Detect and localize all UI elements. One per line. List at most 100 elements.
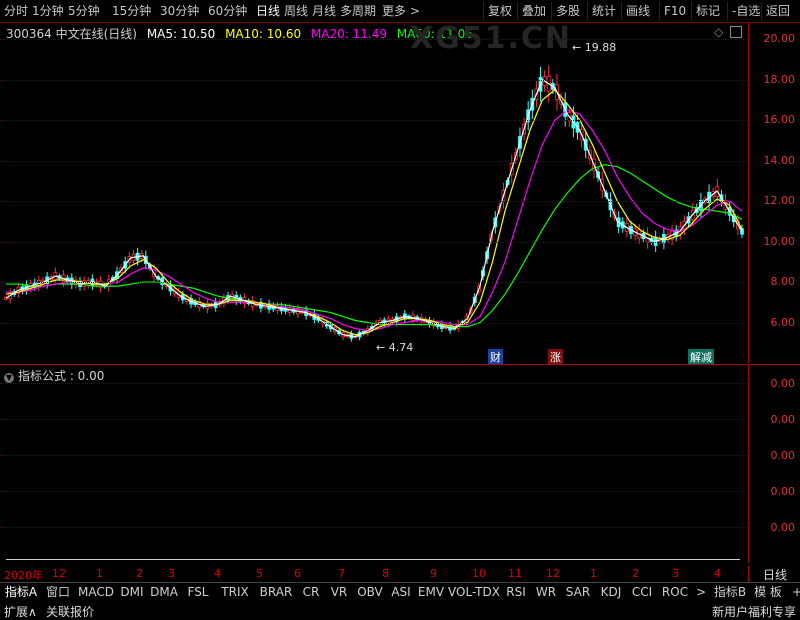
indicator-grid-line bbox=[0, 527, 748, 528]
indicator-tab-22[interactable]: 模 板 bbox=[752, 584, 784, 600]
time-tick: 2 bbox=[632, 567, 639, 580]
grid-line bbox=[0, 39, 748, 41]
time-tick: 1 bbox=[96, 567, 103, 580]
indicator-tab-12[interactable]: EMV bbox=[416, 584, 446, 600]
event-badge-cai[interactable]: 财 bbox=[488, 349, 503, 365]
toolbar-item-2[interactable]: 5分钟 bbox=[68, 3, 100, 19]
indicator-tab-5[interactable]: FSL bbox=[182, 584, 214, 600]
toolbar-right-item-0[interactable]: 复权 bbox=[488, 3, 512, 19]
indicator-panel[interactable]: ▼ 指标公式 : 0.00 bbox=[0, 364, 748, 563]
toolbar-right-item-2[interactable]: 多股 bbox=[556, 3, 580, 19]
kline-chart[interactable]: 300364 中文在线(日线) MA5: 10.50 MA10: 10.60 M… bbox=[0, 21, 748, 365]
time-tick: 4 bbox=[214, 567, 221, 580]
indicator-tab-8[interactable]: CR bbox=[298, 584, 324, 600]
indicator-zero-line bbox=[6, 559, 740, 560]
indicator-tab-11[interactable]: ASI bbox=[388, 584, 414, 600]
grid-line bbox=[0, 120, 748, 122]
price-tick: 12.00 bbox=[763, 194, 796, 208]
toolbar-item-4[interactable]: 30分钟 bbox=[160, 3, 199, 19]
indicator-tab-21[interactable]: 指标B bbox=[710, 584, 750, 600]
indicator-grid-line bbox=[0, 491, 748, 492]
high-price-value: 19.88 bbox=[584, 41, 617, 54]
toolbar-item-8[interactable]: 月线 bbox=[312, 3, 336, 19]
toolbar-item-7[interactable]: 周线 bbox=[284, 3, 308, 19]
indicator-tab-3[interactable]: DMI bbox=[118, 584, 146, 600]
indicator-tab-14[interactable]: RSI bbox=[502, 584, 530, 600]
time-axis: 2020年 12 1 2 3 4 5 6 7 8 9 10 11 12 1 2 3 4 bbox=[0, 566, 748, 582]
indicator-title: ▼ 指标公式 : 0.00 bbox=[4, 367, 104, 384]
price-tick: 10.00 bbox=[763, 234, 796, 248]
ma-line-ma5 bbox=[5, 78, 743, 338]
indicator-tab-2[interactable]: MACD bbox=[76, 584, 116, 600]
toolbar-item-10[interactable]: 更多 > bbox=[382, 3, 420, 19]
indicator-tab-13[interactable]: VOL-TDX bbox=[448, 584, 500, 600]
event-badge-zhang[interactable]: 涨 bbox=[548, 349, 563, 365]
toolbar-item-3[interactable]: 15分钟 bbox=[112, 3, 151, 19]
collapse-icon[interactable]: ▼ bbox=[4, 373, 14, 383]
toolbar-right-item-4[interactable]: 画线 bbox=[626, 3, 650, 19]
indicator-tab-19[interactable]: ROC bbox=[658, 584, 692, 600]
time-tick: 7 bbox=[338, 567, 345, 580]
price-tick: 8.00 bbox=[770, 275, 796, 289]
price-tick: 20.00 bbox=[763, 32, 796, 46]
indicator-tab-6[interactable]: TRIX bbox=[216, 584, 254, 600]
indicator-tabs: 指标A 窗口 MACD DMI DMA FSL TRIX BRAR CR VR OBV ASI EMV V… bbox=[0, 582, 800, 601]
toolbar-item-1[interactable]: 1分钟 bbox=[32, 3, 64, 19]
toolbar-separator bbox=[587, 2, 588, 20]
toolbar-item-5[interactable]: 60分钟 bbox=[208, 3, 247, 19]
time-tick: 10 bbox=[472, 567, 486, 580]
time-tick: 8 bbox=[382, 567, 389, 580]
toolbar-right-item-5[interactable]: F10 bbox=[664, 3, 686, 19]
indicator-tab-10[interactable]: OBV bbox=[354, 584, 386, 600]
time-tick: 12 bbox=[52, 567, 66, 580]
toolbar-separator bbox=[761, 2, 762, 20]
indicator-tab-23[interactable]: + bbox=[786, 584, 800, 600]
toolbar-right-item-8[interactable]: 返回 bbox=[766, 3, 790, 19]
toolbar-right-item-1[interactable]: 叠加 bbox=[522, 3, 546, 19]
indicator-grid-line bbox=[0, 455, 748, 456]
toolbar-right-item-7[interactable]: -自选 bbox=[732, 3, 760, 19]
indicator-tab-17[interactable]: KDJ bbox=[596, 584, 626, 600]
price-axis: 20.00 18.00 16.00 14.00 12.00 10.00 8.00 6.00 bbox=[748, 23, 800, 363]
related-quote-button[interactable]: 关联报价 bbox=[46, 603, 94, 620]
maximize-icon[interactable] bbox=[730, 26, 742, 38]
time-tick: 2020年 bbox=[4, 569, 43, 582]
indicator-tab-7[interactable]: BRAR bbox=[256, 584, 296, 600]
indicator-tab-4[interactable]: DMA bbox=[148, 584, 180, 600]
grid-line bbox=[0, 79, 748, 81]
toolbar-separator bbox=[659, 2, 660, 20]
price-tick: 16.00 bbox=[763, 113, 796, 127]
low-price-label: ← 4.74 bbox=[376, 341, 414, 354]
new-user-promo[interactable]: 新用户福利专享 bbox=[712, 603, 796, 620]
price-tick: 6.00 bbox=[770, 315, 796, 329]
toolbar-separator bbox=[483, 2, 484, 20]
indicator-tick: 0.00 bbox=[770, 413, 796, 426]
low-price-value: 4.74 bbox=[388, 341, 414, 354]
indicator-tab-15[interactable]: WR bbox=[532, 584, 560, 600]
indicator-tick: 0.00 bbox=[770, 485, 796, 498]
indicator-tab-9[interactable]: VR bbox=[326, 584, 352, 600]
ma-line-ma20 bbox=[6, 109, 743, 332]
indicator-tab-20[interactable]: > bbox=[694, 584, 708, 600]
kline-svg[interactable] bbox=[0, 23, 748, 363]
toolbar-right-item-6[interactable]: 标记 bbox=[696, 3, 720, 19]
toolbar-separator bbox=[621, 2, 622, 20]
indicator-tab-0[interactable]: 指标A bbox=[2, 584, 40, 600]
indicator-tab-18[interactable]: CCI bbox=[628, 584, 656, 600]
price-tick: 18.00 bbox=[763, 72, 796, 86]
toolbar-right-item-3[interactable]: 统计 bbox=[592, 3, 616, 19]
toolbar-item-0[interactable]: 分时 bbox=[4, 3, 28, 19]
toolbar-item-6[interactable]: 日线 bbox=[256, 3, 280, 19]
time-tick: 2 bbox=[136, 567, 143, 580]
toolbar-separator bbox=[727, 2, 728, 20]
diamond-icon[interactable]: ◇ bbox=[714, 25, 723, 39]
event-badge-jiejian[interactable]: 解减 bbox=[688, 349, 714, 365]
grid-line bbox=[0, 160, 748, 162]
expand-button[interactable]: 扩展∧ bbox=[4, 603, 37, 620]
indicator-tab-1[interactable]: 窗口 bbox=[42, 584, 74, 600]
grid-line bbox=[0, 241, 748, 243]
period-indicator[interactable]: 日线 bbox=[748, 566, 800, 582]
toolbar-item-9[interactable]: 多周期 bbox=[340, 3, 376, 19]
time-tick: 3 bbox=[168, 567, 175, 580]
indicator-tab-16[interactable]: SAR bbox=[562, 584, 594, 600]
